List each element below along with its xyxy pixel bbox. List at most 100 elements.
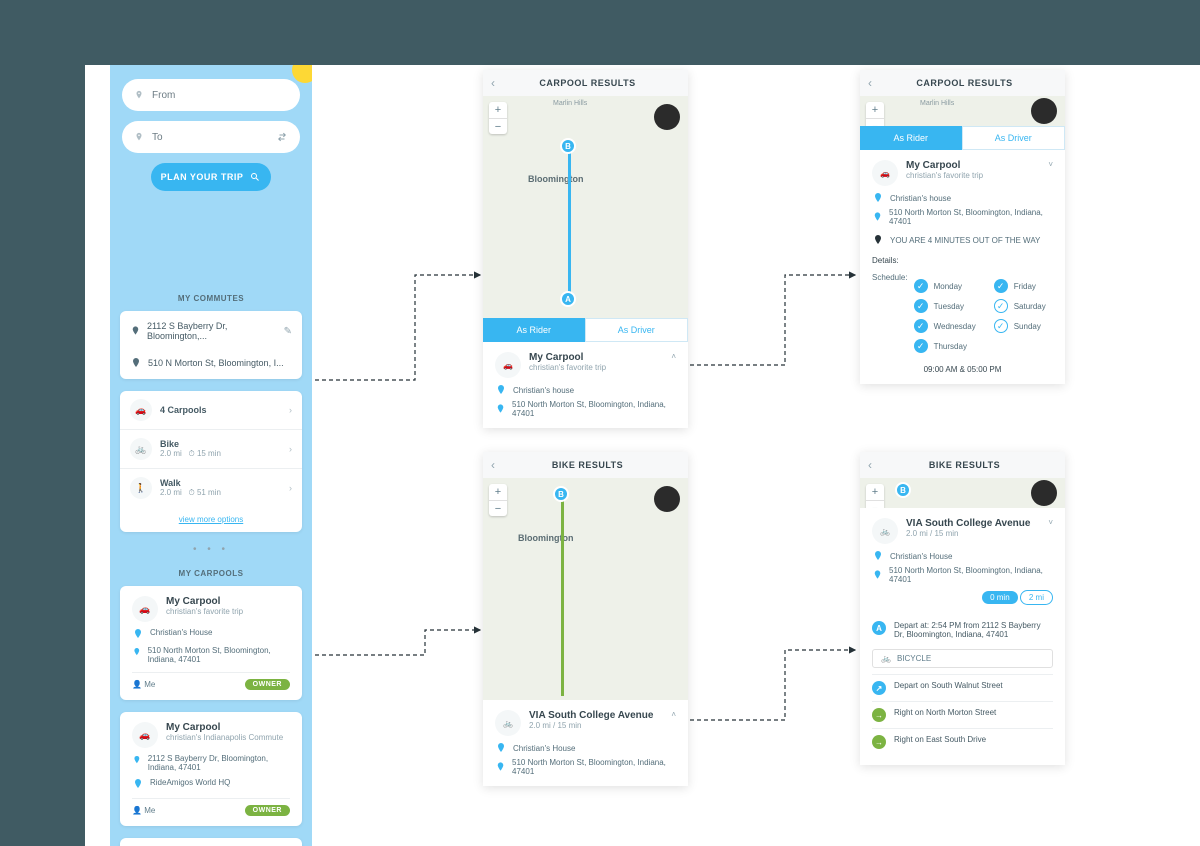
- plan-trip-label: PLAN YOUR TRIP: [161, 172, 244, 182]
- chevron-up-icon[interactable]: ˄: [671, 710, 676, 719]
- day-thursday[interactable]: ✓Thursday: [914, 339, 976, 353]
- marker-b[interactable]: B: [895, 482, 911, 498]
- pin-icon: [495, 384, 507, 396]
- zoom-in-button[interactable]: +: [489, 102, 507, 118]
- zoom-control[interactable]: +−: [866, 484, 884, 508]
- result-card: 🚲 VIA South College Avenue 2.0 mi / 15 m…: [860, 508, 1065, 765]
- mode-badge: 🚲 BICYCLE: [872, 649, 1053, 668]
- layers-button[interactable]: [654, 104, 680, 130]
- result-card: 🚗 My Carpool christian's favorite trip ˅…: [860, 150, 1065, 384]
- trip-planner-screen: From To PLAN YOUR TRIP MY COMMUTES 2112 …: [110, 65, 312, 846]
- carpool-card-1[interactable]: 🚗 My Carpool christian's favorite trip C…: [120, 586, 302, 700]
- header-title: CARPOOL RESULTS: [495, 78, 680, 88]
- walk-option-label: Walk: [160, 478, 221, 488]
- schedule-times: 09:00 AM & 05:00 PM: [872, 365, 1053, 374]
- bike-option-label: Bike: [160, 439, 221, 449]
- carpool-results-map-screen: ‹ CARPOOL RESULTS Marlin Hills Bloomingt…: [483, 70, 688, 428]
- day-sunday[interactable]: ✓Sunday: [994, 319, 1046, 333]
- chevron-up-icon[interactable]: ˄: [671, 352, 676, 361]
- dist-pill: 2 mi: [1020, 590, 1053, 605]
- chevron-right-icon: ›: [289, 444, 292, 454]
- zoom-control[interactable]: +−: [866, 102, 884, 126]
- commute-origin[interactable]: 2112 S Bayberry Dr, Bloomington,... ✎: [120, 313, 302, 349]
- header-bar: ‹ CARPOOL RESULTS: [860, 70, 1065, 96]
- carpool-title: My Carpool: [166, 722, 283, 733]
- commute-origin-text: 2112 S Bayberry Dr, Bloomington,...: [147, 321, 278, 341]
- tab-as-rider[interactable]: As Rider: [483, 318, 585, 342]
- layers-button[interactable]: [1031, 98, 1057, 124]
- bike-icon: 🚲: [495, 710, 521, 736]
- zoom-out-button[interactable]: −: [489, 118, 507, 134]
- search-header: From To PLAN YOUR TRIP: [110, 65, 312, 280]
- commute-dest[interactable]: 510 N Morton St, Bloomington, I...: [120, 349, 302, 377]
- from-field[interactable]: From: [122, 79, 300, 111]
- plan-trip-button[interactable]: PLAN YOUR TRIP: [151, 163, 271, 191]
- marker-a-icon: A: [872, 621, 886, 635]
- day-wednesday[interactable]: ✓Wednesday: [914, 319, 976, 333]
- chevron-right-icon: ›: [289, 405, 292, 415]
- bike-icon: 🚲: [130, 438, 152, 460]
- bike-option[interactable]: 🚲 Bike 2.0 mi ⏱ 15 min ›: [120, 429, 302, 468]
- bike-icon: 🚲: [872, 518, 898, 544]
- trip-options-card: 🚗 4 Carpools › 🚲 Bike 2.0 mi ⏱ 15 min › …: [120, 391, 302, 532]
- carpool-results-details-screen: ‹ CARPOOL RESULTS +− Marlin Hills As Rid…: [860, 70, 1065, 384]
- commute-card: 2112 S Bayberry Dr, Bloomington,... ✎ 51…: [120, 311, 302, 379]
- marker-b[interactable]: B: [560, 138, 576, 154]
- pager-dots[interactable]: • • •: [110, 544, 312, 555]
- pin-icon: [132, 646, 142, 658]
- pin-icon: [134, 130, 144, 144]
- map[interactable]: Marlin Hills Bloomington +− B A: [483, 96, 688, 318]
- car-icon: 🚗: [495, 352, 521, 378]
- view-more-link[interactable]: view more options: [120, 507, 302, 532]
- my-commutes-heading: MY COMMUTES: [110, 294, 312, 303]
- layers-button[interactable]: [1031, 480, 1057, 506]
- pin-icon: [134, 88, 144, 102]
- zoom-control[interactable]: +−: [489, 102, 507, 134]
- person-icon: 👤: [132, 680, 142, 689]
- chevron-right-icon: ›: [289, 483, 292, 493]
- arrow-right-icon: →: [872, 708, 886, 722]
- tab-as-driver[interactable]: As Driver: [585, 318, 689, 342]
- day-tuesday[interactable]: ✓Tuesday: [914, 299, 976, 313]
- day-monday[interactable]: ✓Monday: [914, 279, 976, 293]
- map[interactable]: +− B: [860, 478, 1065, 508]
- pin-icon: [130, 325, 141, 337]
- out-of-way-label: YOU ARE 4 MINUTES OUT OF THE WAY: [890, 236, 1040, 245]
- to-field[interactable]: To: [122, 121, 300, 153]
- zoom-control[interactable]: +−: [489, 484, 507, 516]
- result-card[interactable]: 🚗 My Carpool christian's favorite trip ˄…: [483, 342, 688, 428]
- day-friday[interactable]: ✓Friday: [994, 279, 1046, 293]
- carpool-option[interactable]: 🚗 4 Carpools ›: [120, 391, 302, 429]
- time-pill: 0 min: [982, 591, 1018, 604]
- layers-button[interactable]: [654, 486, 680, 512]
- to-placeholder: To: [152, 132, 163, 143]
- carpool-card-2[interactable]: 🚗 My Carpool christian's Indianapolis Co…: [120, 712, 302, 826]
- tab-as-driver[interactable]: As Driver: [962, 126, 1066, 150]
- header-title: BIKE RESULTS: [872, 460, 1057, 470]
- carpool-card-3[interactable]: 🚗 My Carpool: [120, 838, 302, 846]
- result-card[interactable]: 🚲 VIA South College Avenue 2.0 mi / 15 m…: [483, 700, 688, 786]
- bike-results-map-screen: ‹ BIKE RESULTS Bloomington +− B 🚲 VIA So…: [483, 452, 688, 786]
- car-icon: 🚗: [130, 399, 152, 421]
- pin-icon: [872, 550, 884, 562]
- map[interactable]: +− Marlin Hills: [860, 96, 1065, 126]
- chevron-down-icon[interactable]: ˅: [1048, 518, 1053, 527]
- marker-b[interactable]: B: [553, 486, 569, 502]
- owner-badge: OWNER: [245, 679, 290, 690]
- direction-step: ↗ Depart on South Walnut Street: [872, 674, 1053, 701]
- marker-a[interactable]: A: [560, 291, 576, 307]
- arrow-icon: ↗: [872, 681, 886, 695]
- tab-as-rider[interactable]: As Rider: [860, 126, 962, 150]
- schedule-heading: Schedule:: [872, 273, 908, 353]
- chevron-down-icon[interactable]: ˅: [1048, 160, 1053, 169]
- day-saturday[interactable]: ✓Saturday: [994, 299, 1046, 313]
- direction-step: → Right on North Morton Street: [872, 701, 1053, 728]
- pin-icon: [495, 761, 506, 773]
- edit-icon[interactable]: ✎: [284, 326, 292, 337]
- map[interactable]: Bloomington +− B: [483, 478, 688, 700]
- rider-driver-tabs: As Rider As Driver: [483, 318, 688, 342]
- from-placeholder: From: [152, 90, 175, 101]
- direction-step: A Depart at: 2:54 PM from 2112 S Bayberr…: [872, 615, 1053, 645]
- swap-icon[interactable]: [276, 131, 288, 143]
- walk-option[interactable]: 🚶 Walk 2.0 mi ⏱ 51 min ›: [120, 468, 302, 507]
